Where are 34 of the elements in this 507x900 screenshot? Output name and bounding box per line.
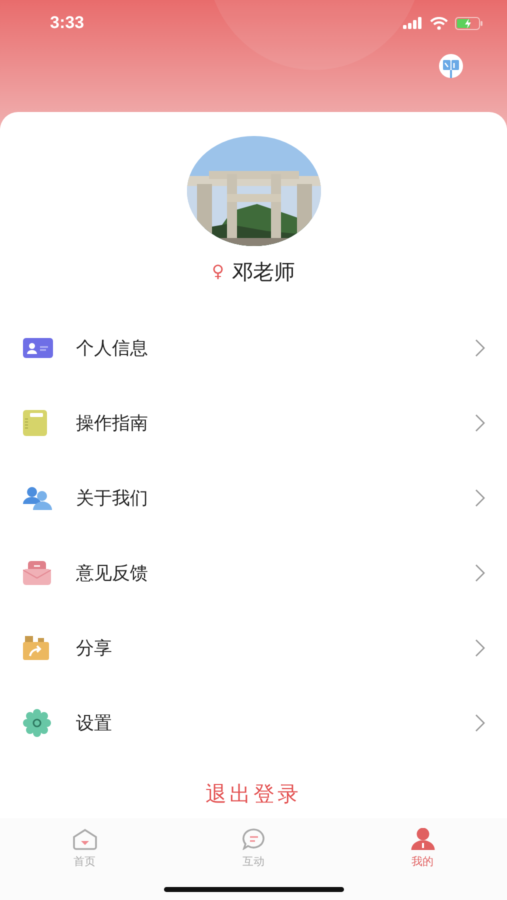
- home-icon: [72, 828, 98, 850]
- logout-button[interactable]: 退出登录: [206, 780, 302, 808]
- package-icon: [23, 636, 49, 660]
- chevron-right-icon: [475, 564, 485, 582]
- envelope-icon: [23, 560, 51, 584]
- menu-item[interactable]: 操作指南: [0, 385, 507, 460]
- chevron-right-icon: [475, 714, 485, 732]
- status-time: 3:33: [50, 13, 84, 33]
- chat-icon: [242, 828, 266, 850]
- chevron-right-icon: [475, 338, 485, 356]
- gear-icon: [23, 708, 51, 736]
- menu-label: 意见反馈: [76, 562, 148, 584]
- menu-item[interactable]: 分享: [0, 610, 507, 685]
- wifi-icon: [430, 16, 448, 30]
- battery-icon: [455, 16, 483, 30]
- menu-label: 设置: [76, 712, 112, 734]
- person-icon: [410, 828, 434, 850]
- menu-label: 操作指南: [76, 412, 148, 434]
- notebook-icon: [23, 410, 47, 436]
- menu-label: 个人信息: [76, 336, 148, 360]
- menu-label: 关于我们: [76, 486, 148, 510]
- people-icon: [23, 486, 53, 510]
- chevron-right-icon: [475, 414, 485, 432]
- id-card-icon: [23, 338, 53, 358]
- signal-icon: [403, 17, 423, 29]
- menu-item[interactable]: 个人信息: [0, 310, 507, 385]
- menu-item[interactable]: 关于我们: [0, 460, 507, 535]
- chevron-right-icon: [475, 638, 485, 656]
- female-icon: ♀: [212, 262, 224, 282]
- user-name: 邓老师: [232, 259, 296, 286]
- menu-label: 分享: [76, 636, 112, 660]
- menu-item[interactable]: 意见反馈: [0, 535, 507, 610]
- chevron-right-icon: [475, 488, 485, 506]
- menu-item[interactable]: 设置: [0, 685, 507, 760]
